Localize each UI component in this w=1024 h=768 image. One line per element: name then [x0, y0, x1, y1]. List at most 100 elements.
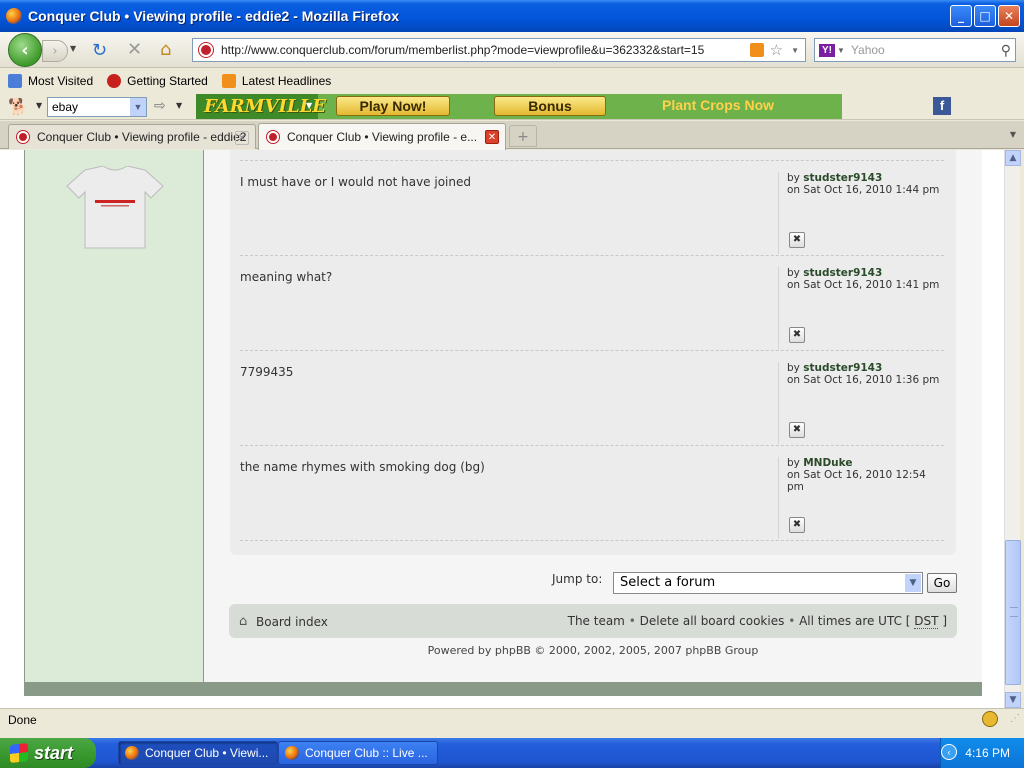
search-icon[interactable]: ⚲ — [1001, 42, 1011, 59]
toolbar-go-arrow-icon[interactable]: ⇨ — [154, 98, 166, 114]
forum-jump-select[interactable]: Select a forum ▼ — [613, 572, 923, 594]
delete-post-icon[interactable]: ✖ — [789, 422, 805, 438]
close-window-button[interactable]: ✕ — [998, 5, 1020, 27]
firefox-icon — [285, 746, 299, 760]
bookmark-most-visited[interactable]: Most Visited — [8, 74, 93, 88]
dog-dropdown-icon[interactable]: ▼ — [36, 101, 42, 110]
conquer-club-favicon-icon — [17, 131, 29, 143]
delete-post-icon[interactable]: ✖ — [789, 327, 805, 343]
tab-bar: Conquer Club • Viewing profile - eddie2 … — [0, 121, 1024, 150]
board-navbar: ⌂ Board index The team • Delete all boar… — [229, 604, 957, 638]
post-meta: by studster9143 on Sat Oct 16, 2010 1:41… — [778, 267, 944, 349]
navigation-toolbar: ‹ › ▼ ↻ ✕ ⌂ http://www.conquerclub.com/f… — [0, 32, 1024, 68]
minimize-button[interactable]: _ — [950, 5, 972, 27]
bonus-button[interactable]: Bonus — [494, 96, 606, 116]
scroll-up-icon[interactable]: ▲ — [1005, 150, 1021, 166]
resize-grip-icon[interactable]: ⋰ — [1010, 713, 1020, 724]
timezone-text: All times are UTC [ — [799, 614, 911, 628]
post-meta: by studster9143 on Sat Oct 16, 2010 1:36… — [778, 362, 944, 444]
bookmark-label: Most Visited — [28, 74, 94, 88]
post-date: on Sat Oct 16, 2010 1:41 pm — [787, 279, 940, 291]
taskbar-item-viewing-profile[interactable]: Conquer Club • Viewi... — [118, 741, 278, 765]
start-button[interactable]: start — [0, 738, 96, 768]
the-team-link[interactable]: The team — [568, 614, 625, 628]
tab-viewing-profile-1[interactable]: Conquer Club • Viewing profile - eddie2 … — [8, 124, 256, 149]
tab-label: Conquer Club • Viewing profile - e... — [287, 130, 478, 144]
toolbar-search-select[interactable]: ebay ▼ — [47, 97, 147, 117]
forward-button[interactable]: › — [42, 40, 68, 62]
forum-jump-selected: Select a forum — [620, 575, 716, 590]
firefox-icon — [6, 8, 22, 24]
jump-to-label: Jump to: — [552, 572, 603, 586]
maximize-button[interactable]: □ — [974, 5, 996, 27]
most-visited-icon — [8, 74, 22, 88]
post-item: 7799435 by studster9143 on Sat Oct 16, 2… — [240, 350, 944, 445]
farmville-toolbar: FARMVILLE ▼ Play Now! Bonus Plant Crops … — [196, 94, 842, 119]
tab-list-icon[interactable]: ▼ — [1010, 130, 1016, 139]
bookmark-star-icon[interactable]: ☆ — [770, 41, 783, 59]
bookmark-getting-started[interactable]: Getting Started — [107, 74, 208, 88]
chevron-down-icon[interactable]: ▼ — [905, 574, 921, 592]
delete-cookies-link[interactable]: Delete all board cookies — [640, 614, 785, 628]
address-bar[interactable]: http://www.conquerclub.com/forum/memberl… — [192, 38, 806, 62]
bookmarks-toolbar: Most Visited Getting Started Latest Head… — [0, 69, 1024, 93]
search-engine-dropdown-icon[interactable]: ▼ — [837, 46, 845, 55]
addon-toolbar: 🐕 ▼ ebay ▼ ⇨ ▼ FARMVILLE ▼ Play Now! Bon… — [0, 93, 1024, 120]
farmville-dropdown-icon[interactable]: ▼ — [306, 101, 312, 110]
yahoo-icon[interactable]: Y! — [819, 43, 835, 57]
post-meta: by MNDuke on Sat Oct 16, 2010 12:54 pm ✖ — [778, 457, 944, 539]
bookmark-label: Latest Headlines — [241, 74, 332, 88]
close-tab-icon[interactable]: ✕ — [235, 131, 249, 145]
tab-viewing-profile-2[interactable]: Conquer Club • Viewing profile - e... ✕ — [258, 123, 506, 150]
window-title-bar[interactable]: Conquer Club • Viewing profile - eddie2 … — [0, 0, 1024, 32]
tab-label: Conquer Club • Viewing profile - eddie2 — [37, 130, 247, 144]
vertical-scrollbar[interactable]: ▲ ▼ — [1004, 150, 1021, 708]
chevron-down-icon[interactable]: ▼ — [130, 98, 146, 116]
scrollbar-thumb[interactable] — [1005, 540, 1021, 685]
main-panel: I must have or I would not have joined b… — [204, 150, 982, 682]
taskbar-item-label: Conquer Club • Viewi... — [145, 746, 269, 760]
board-index-link[interactable]: Board index — [256, 615, 328, 629]
conquer-club-favicon-icon — [267, 131, 279, 143]
status-bar: Done ⋰ — [0, 708, 1024, 730]
post-text: 7799435 — [240, 365, 294, 379]
delete-post-icon[interactable]: ✖ — [789, 232, 805, 248]
post-author-link[interactable]: studster9143 — [803, 172, 882, 184]
clock[interactable]: 4:16 PM — [965, 746, 1010, 760]
toolbar-go-dropdown-icon[interactable]: ▼ — [176, 101, 182, 110]
toolbar-search-value: ebay — [52, 100, 79, 114]
history-dropdown-icon[interactable]: ▼ — [70, 44, 76, 53]
url-dropdown-icon[interactable]: ▼ — [791, 46, 799, 55]
reload-icon[interactable]: ↻ — [92, 40, 107, 61]
post-author-link[interactable]: studster9143 — [803, 362, 882, 374]
home-icon: ⌂ — [239, 614, 248, 629]
close-tab-icon[interactable]: ✕ — [485, 130, 499, 144]
scroll-down-icon[interactable]: ▼ — [1005, 692, 1021, 708]
site-favicon-icon — [199, 43, 213, 57]
facebook-icon[interactable]: f — [933, 97, 951, 115]
addon-status-icon[interactable] — [982, 711, 998, 727]
show-hidden-icons-icon[interactable]: ‹ — [941, 744, 957, 760]
status-text: Done — [8, 713, 37, 727]
post-author-link[interactable]: studster9143 — [803, 267, 882, 279]
rss-feed-icon[interactable] — [749, 43, 764, 57]
url-text[interactable]: http://www.conquerclub.com/forum/memberl… — [221, 43, 750, 57]
dog-toolbar-icon[interactable]: 🐕 — [8, 97, 30, 116]
delete-post-icon[interactable]: ✖ — [789, 517, 805, 533]
posts-list: I must have or I would not have joined b… — [230, 150, 956, 555]
start-label: start — [34, 742, 74, 763]
bookmark-latest-headlines[interactable]: Latest Headlines — [221, 74, 332, 88]
back-button[interactable]: ‹ — [8, 33, 42, 67]
home-icon[interactable]: ⌂ — [160, 39, 171, 60]
taskbar-item-live[interactable]: Conquer Club :: Live ... — [278, 741, 438, 765]
search-bar[interactable]: Y! ▼ Yahoo ⚲ — [814, 38, 1016, 62]
stop-icon[interactable]: ✕ — [127, 39, 142, 60]
go-button[interactable]: Go — [927, 573, 957, 593]
play-now-button[interactable]: Play Now! — [336, 96, 450, 116]
post-author-link[interactable]: MNDuke — [803, 457, 852, 469]
page-content: I must have or I would not have joined b… — [0, 150, 1004, 708]
bookmark-label: Getting Started — [127, 74, 208, 88]
new-tab-button[interactable]: + — [509, 125, 537, 147]
plant-crops-now-link[interactable]: Plant Crops Now — [662, 97, 774, 113]
search-input[interactable]: Yahoo — [851, 43, 1001, 57]
